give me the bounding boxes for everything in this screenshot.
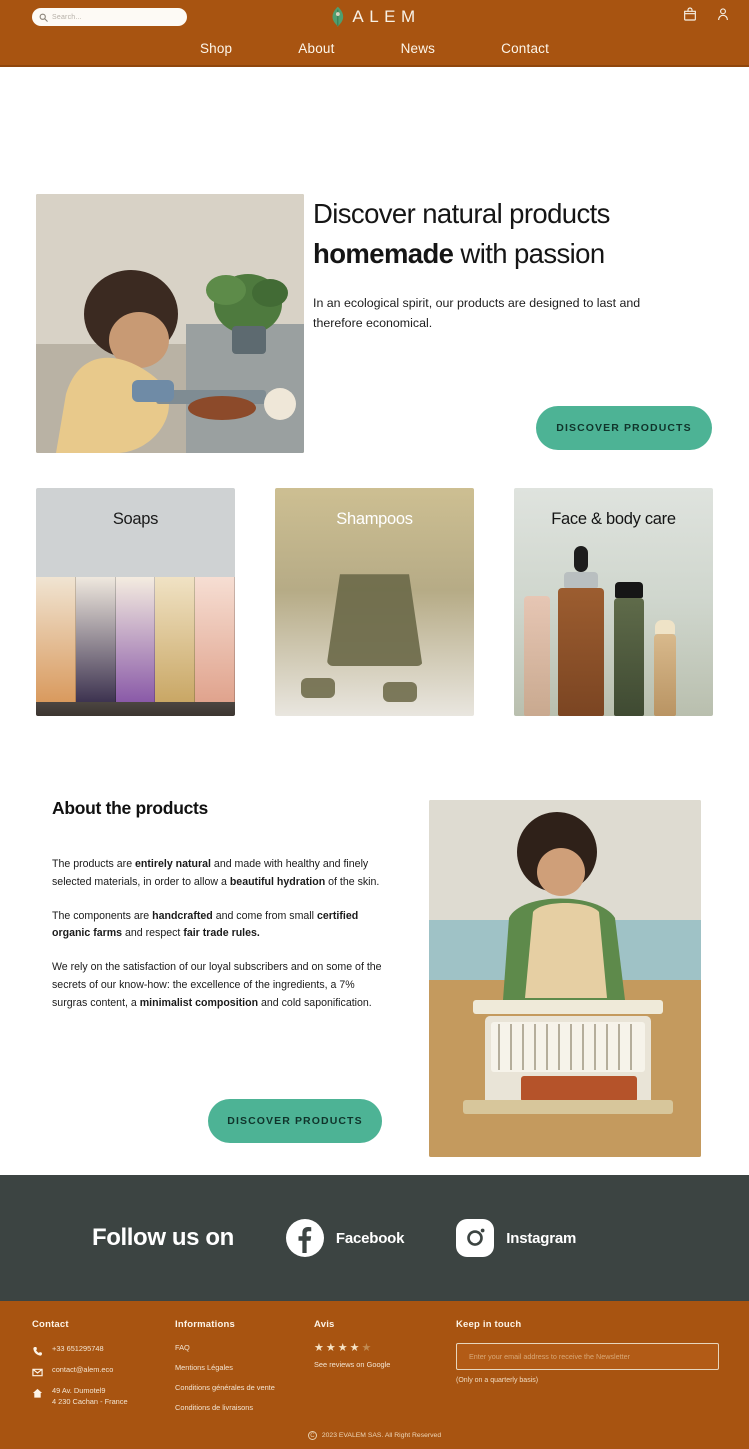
hero-subtitle: In an ecological spirit, our products ar… bbox=[313, 295, 641, 331]
footer-column-contact: Contact +33 651295748 contact@alem.eco 4 bbox=[32, 1319, 128, 1416]
footer-address-line1: 49 Av. Dumotel9 bbox=[52, 1386, 106, 1395]
category-card-soaps[interactable]: Soaps bbox=[36, 488, 235, 716]
category-cards: Soaps Shampoos Face & body care bbox=[0, 488, 749, 716]
hero-image bbox=[36, 194, 304, 453]
footer-phone: +33 651295748 bbox=[52, 1344, 104, 1353]
about-paragraph-3: We rely on the satisfaction of our loyal… bbox=[52, 961, 382, 1009]
category-label-soaps: Soaps bbox=[112, 510, 159, 528]
hero-copy: Discover natural products homemade with … bbox=[313, 194, 718, 334]
category-label-face-body-care: Face & body care bbox=[551, 510, 676, 528]
footer-column-newsletter: Keep in touch Enter your email address t… bbox=[456, 1319, 721, 1384]
about-paragraph-1: The products are entirely natural and ma… bbox=[52, 858, 380, 888]
star-icon: ★ bbox=[314, 1342, 324, 1354]
copyright: C 2023 EVALEM SAS. All Right Reserved bbox=[0, 1431, 749, 1440]
soaps-image bbox=[36, 577, 235, 702]
star-icon: ★ bbox=[349, 1342, 360, 1354]
instagram-icon bbox=[456, 1219, 495, 1257]
site-header: Search... ALEM Shop About News Contact bbox=[0, 0, 749, 67]
facebook-icon bbox=[285, 1219, 324, 1257]
page-root: Search... ALEM Shop About News Contact D… bbox=[0, 0, 749, 1449]
search-placeholder: Search... bbox=[52, 13, 82, 21]
footer-heading-contact: Contact bbox=[32, 1319, 69, 1330]
about-image bbox=[429, 800, 701, 1157]
rating-stars: ★ ★ ★ ★ ★ bbox=[314, 1343, 390, 1354]
footer-link-conditions-livraisons[interactable]: Conditions de livraisons bbox=[175, 1403, 275, 1412]
footer-address: 49 Av. Dumotel9 4 230 Cachan - France bbox=[52, 1385, 128, 1407]
newsletter-note: (Only on a quarterly basis) bbox=[456, 1377, 539, 1384]
star-icon: ★ bbox=[325, 1342, 336, 1354]
leaf-icon bbox=[328, 6, 346, 28]
footer-heading-informations: Informations bbox=[175, 1319, 235, 1330]
footer-column-avis: Avis ★ ★ ★ ★ ★ See reviews on Google bbox=[314, 1319, 390, 1369]
hero-title-bold: homemade bbox=[313, 237, 454, 269]
footer-heading-avis: Avis bbox=[314, 1319, 335, 1330]
site-footer: Contact +33 651295748 contact@alem.eco 4 bbox=[0, 1301, 749, 1449]
footer-phone-row[interactable]: +33 651295748 bbox=[32, 1343, 128, 1356]
footer-email-row[interactable]: contact@alem.eco bbox=[32, 1364, 128, 1377]
nav-item-news[interactable]: News bbox=[368, 41, 469, 56]
social-section: Follow us on Facebook Instagram bbox=[0, 1175, 749, 1301]
footer-email: contact@alem.eco bbox=[52, 1365, 114, 1374]
nav-item-about[interactable]: About bbox=[265, 41, 367, 56]
newsletter-email-input[interactable]: Enter your email address to receive the … bbox=[456, 1343, 719, 1370]
copyright-text: 2023 EVALEM SAS. All Right Reserved bbox=[321, 1432, 442, 1439]
category-label-shampoos: Shampoos bbox=[336, 510, 413, 528]
search-icon bbox=[39, 13, 48, 22]
about-paragraph-2: The components are handcrafted and come … bbox=[52, 909, 359, 940]
hero-discover-products-button[interactable]: DISCOVER PRODUCTS bbox=[536, 406, 712, 450]
nav-item-contact[interactable]: Contact bbox=[468, 41, 582, 56]
social-link-facebook[interactable]: Facebook bbox=[285, 1219, 405, 1257]
hero-title-rest: with passion bbox=[453, 237, 605, 269]
cart-icon[interactable] bbox=[682, 6, 698, 22]
star-icon: ★ bbox=[337, 1342, 348, 1354]
footer-link-mentions-legales[interactable]: Mentions Légales bbox=[175, 1363, 275, 1372]
mail-icon bbox=[32, 1365, 43, 1377]
home-icon bbox=[32, 1386, 43, 1398]
category-card-shampoos[interactable]: Shampoos bbox=[275, 488, 474, 716]
footer-link-cgv[interactable]: Conditions générales de vente bbox=[175, 1383, 275, 1392]
nav-item-shop[interactable]: Shop bbox=[167, 41, 265, 56]
hero-title: Discover natural products homemade with … bbox=[313, 194, 718, 274]
about-title: About the products bbox=[52, 798, 208, 818]
about-paragraphs: The products are entirely natural and ma… bbox=[52, 856, 382, 1029]
hero-title-line1: Discover natural products bbox=[313, 198, 610, 229]
phone-icon bbox=[32, 1344, 43, 1356]
footer-link-faq[interactable]: FAQ bbox=[175, 1343, 275, 1352]
social-label-facebook: Facebook bbox=[335, 1229, 405, 1247]
newsletter-placeholder: Enter your email address to receive the … bbox=[469, 1352, 630, 1361]
social-label-instagram: Instagram bbox=[506, 1229, 577, 1247]
search-input[interactable]: Search... bbox=[32, 8, 187, 26]
star-icon-empty: ★ bbox=[361, 1342, 372, 1354]
google-reviews-link[interactable]: See reviews on Google bbox=[314, 1360, 390, 1369]
footer-column-informations: Informations FAQ Mentions Légales Condit… bbox=[175, 1319, 275, 1423]
account-icon[interactable] bbox=[715, 6, 731, 22]
footer-address-row: 49 Av. Dumotel9 4 230 Cachan - France bbox=[32, 1385, 128, 1407]
social-title: Follow us on bbox=[92, 1224, 234, 1251]
about-discover-products-button[interactable]: DISCOVER PRODUCTS bbox=[208, 1099, 382, 1143]
main-nav: Shop About News Contact bbox=[0, 41, 749, 56]
copyright-icon: C bbox=[307, 1431, 317, 1440]
site-logo[interactable]: ALEM bbox=[328, 6, 420, 28]
logo-wordmark: ALEM bbox=[352, 7, 421, 26]
footer-address-line2: 4 230 Cachan - France bbox=[52, 1397, 128, 1407]
category-card-face-body-care[interactable]: Face & body care bbox=[514, 488, 713, 716]
hero-section: Discover natural products homemade with … bbox=[0, 67, 749, 467]
social-link-instagram[interactable]: Instagram bbox=[456, 1219, 576, 1257]
footer-heading-keep-in-touch: Keep in touch bbox=[456, 1319, 522, 1330]
header-actions bbox=[682, 6, 731, 22]
